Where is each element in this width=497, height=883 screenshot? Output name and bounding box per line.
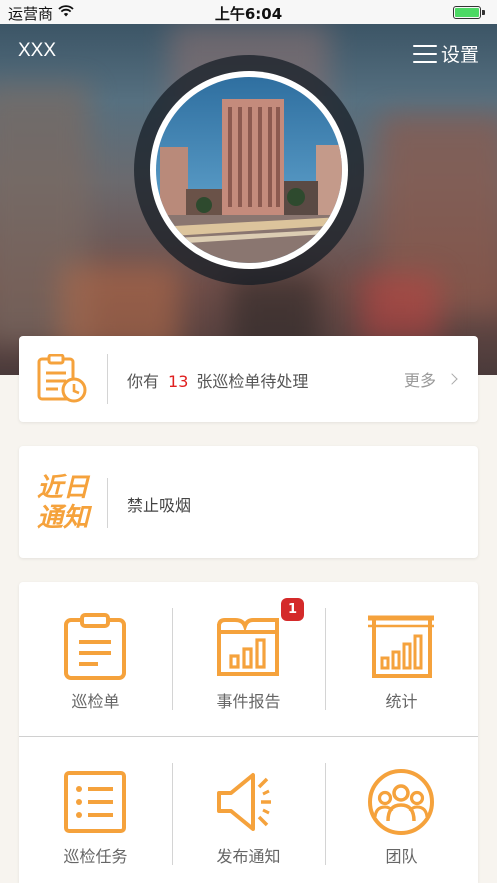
battery-icon: [453, 6, 481, 19]
task-list-icon: [64, 771, 126, 833]
report-chart-icon: [217, 618, 279, 676]
more-link[interactable]: 更多: [403, 367, 458, 391]
pending-message: 你有 13 张巡检单待处理: [127, 368, 308, 392]
grid-item-team[interactable]: 团队: [325, 737, 478, 883]
divider: [107, 354, 108, 404]
speaker-icon: [217, 773, 271, 831]
team-icon: [368, 769, 434, 835]
page-title: XXX: [18, 40, 57, 61]
notification-badge: 1: [281, 598, 304, 621]
notice-text: 禁止吸烟: [127, 496, 192, 515]
more-label: 更多: [403, 371, 436, 390]
grid-item-inspection-task[interactable]: 巡检任务: [19, 737, 172, 883]
divider: [107, 478, 108, 528]
pending-suffix: 张巡检单待处理: [196, 372, 309, 391]
pending-prefix: 你有: [127, 372, 160, 391]
avatar[interactable]: [156, 77, 342, 263]
clipboard-icon: [64, 613, 126, 680]
grid-item-label: 事件报告: [216, 692, 281, 711]
profile-header: XXX 设置: [0, 24, 497, 375]
battery-tip: [482, 10, 485, 15]
grid-item-label: 团队: [385, 847, 418, 866]
clipboard-clock-icon: [37, 354, 87, 403]
chevron-right-icon: [446, 373, 458, 385]
status-bar: 运营商 上午6:04: [0, 0, 497, 24]
pending-count: 13: [168, 372, 189, 391]
grid-item-inspection-sheet[interactable]: 巡检单: [19, 582, 172, 732]
settings-label: 设置: [440, 44, 479, 66]
recent-notice-logo: 近日 通知: [37, 473, 93, 532]
clock: 上午6:04: [214, 5, 283, 23]
recent-notice-card[interactable]: 近日 通知 禁止吸烟: [19, 446, 478, 558]
avatar-photo: [156, 77, 342, 263]
grid-item-statistics[interactable]: 统计: [325, 582, 478, 732]
svg-text:通知: 通知: [37, 503, 93, 532]
grid-item-label: 巡检单: [71, 692, 120, 711]
grid-item-label: 统计: [385, 692, 418, 711]
svg-text:近日: 近日: [37, 473, 91, 503]
function-grid: 巡检单 事件报告 1 统计 巡检任务 发布通知 团队: [19, 582, 478, 883]
grid-item-label: 巡检任务: [63, 847, 128, 866]
grid-item-publish-notice[interactable]: 发布通知: [172, 737, 325, 883]
pending-inspection-card[interactable]: 你有 13 张巡检单待处理 更多: [19, 336, 478, 422]
settings-button[interactable]: 设置: [412, 40, 479, 67]
menu-icon: [412, 44, 437, 63]
statistics-icon: [368, 615, 434, 678]
grid-item-label: 发布通知: [216, 847, 281, 866]
